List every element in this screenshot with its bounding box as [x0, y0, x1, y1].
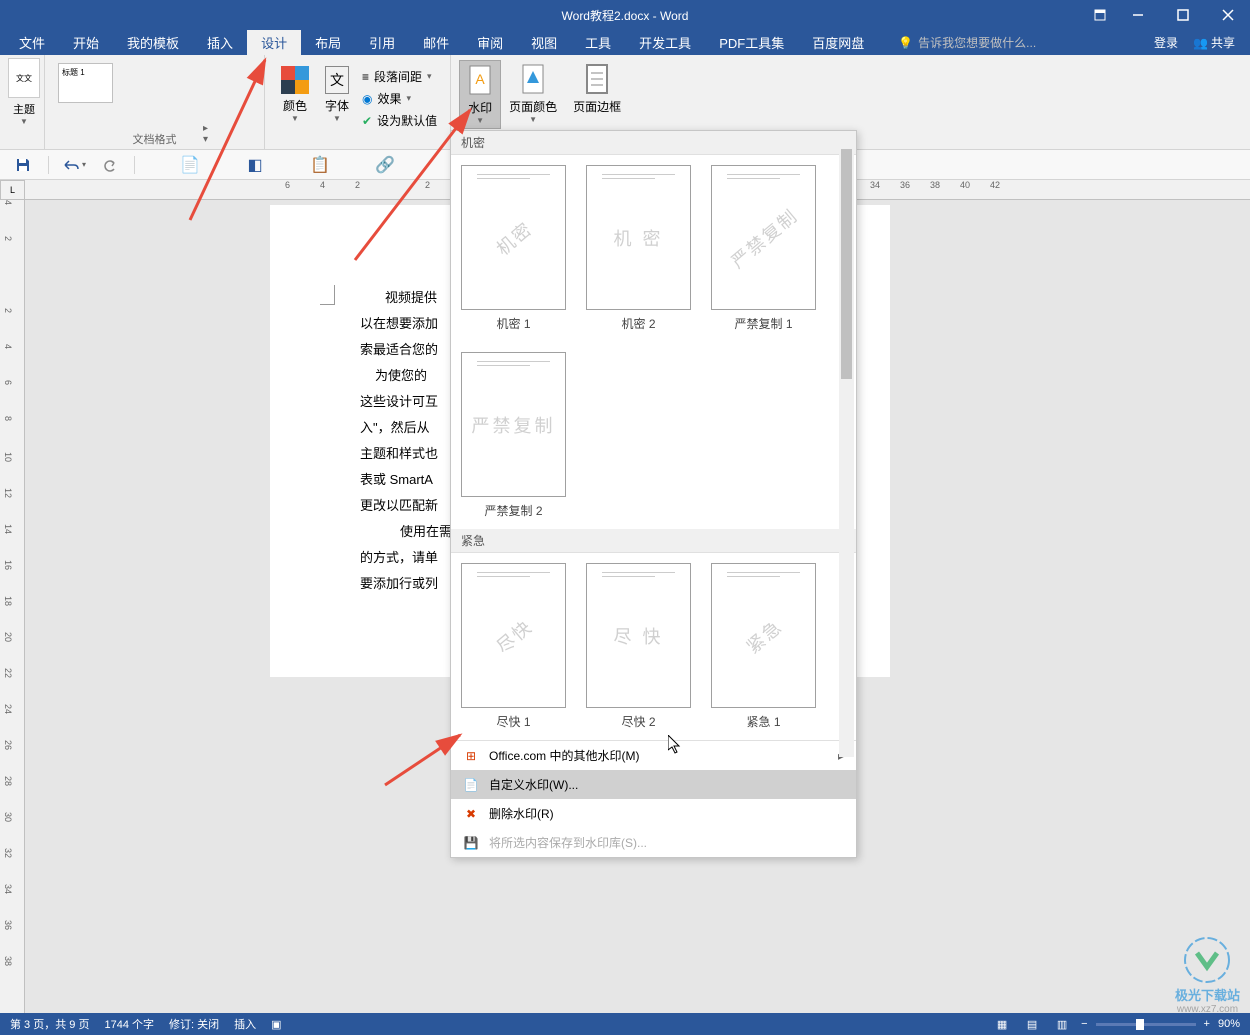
page-icon: 📄: [463, 777, 479, 793]
check-icon: ✔: [362, 114, 372, 128]
themes-button[interactable]: 文文 主题 ▼: [8, 58, 40, 128]
page-border-button[interactable]: 页面边框: [565, 60, 629, 129]
qat-tool-2[interactable]: ◧: [240, 153, 270, 177]
menu-review[interactable]: 审阅: [463, 30, 517, 55]
svg-text:A: A: [475, 71, 485, 87]
menu-developer[interactable]: 开发工具: [625, 30, 705, 55]
zoom-slider[interactable]: [1096, 1023, 1196, 1026]
menu-references[interactable]: 引用: [355, 30, 409, 55]
menu-design[interactable]: 设计: [247, 30, 301, 55]
vertical-ruler[interactable]: 422468101214161820222426283032343638: [0, 200, 25, 1013]
effects-icon: ◉: [362, 92, 372, 106]
menu-mailings[interactable]: 邮件: [409, 30, 463, 55]
login-link[interactable]: 登录: [1154, 34, 1178, 51]
zoom-in-button[interactable]: +: [1204, 1018, 1210, 1030]
menu-baidu[interactable]: 百度网盘: [798, 30, 878, 55]
watermark-option[interactable]: 尽 快尽快 2: [586, 563, 691, 730]
share-button[interactable]: 👥 共享: [1193, 34, 1235, 51]
revision-status[interactable]: 修订: 关闭: [169, 1016, 219, 1032]
page-indicator[interactable]: 第 3 页，共 9 页: [10, 1016, 89, 1032]
web-layout-button[interactable]: ▥: [1051, 1015, 1073, 1033]
zoom-out-button[interactable]: −: [1081, 1018, 1087, 1030]
titlebar: Word教程2.docx - Word: [0, 0, 1250, 30]
wm-remove[interactable]: ✖ 删除水印(R): [451, 799, 856, 828]
watermark-option-label: 尽快 2: [621, 713, 655, 730]
watermark-dropdown: 机密 机密机密 1机 密机密 2严禁复制严禁复制 1 严禁复制严禁复制 2 紧急 …: [450, 130, 857, 858]
themes-icon: 文文: [8, 58, 40, 98]
watermark-option-label: 机密 2: [621, 315, 655, 332]
menu-layout[interactable]: 布局: [301, 30, 355, 55]
style-gallery-more[interactable]: ▸▾: [203, 123, 208, 145]
wm-section-urgent: 紧急: [451, 529, 856, 553]
menubar: 文件 开始 我的模板 插入 设计 布局 引用 邮件 审阅 视图 工具 开发工具 …: [0, 30, 1250, 55]
menu-pdf[interactable]: PDF工具集: [705, 30, 798, 55]
minimize-button[interactable]: [1115, 0, 1160, 30]
watermark-icon: A: [468, 64, 492, 96]
watermark-option-label: 紧急 1: [746, 713, 780, 730]
lightbulb-icon: 💡: [898, 36, 913, 50]
set-default-button[interactable]: ✔设为默认值: [362, 112, 437, 129]
word-count[interactable]: 1744 个字: [104, 1016, 154, 1032]
page-border-icon: [585, 63, 609, 95]
fonts-button[interactable]: 文 字体 ▼: [317, 63, 357, 134]
site-watermark: 极光下载站 www.xz7.com: [1175, 935, 1240, 1015]
share-icon: 👥: [1193, 36, 1208, 50]
wm-section-confidential: 机密: [451, 131, 856, 155]
watermark-option[interactable]: 机密机密 1: [461, 165, 566, 332]
undo-button[interactable]: ▾: [59, 153, 89, 177]
effects-button[interactable]: ◉效果 ▾: [362, 90, 437, 107]
watermark-option[interactable]: 尽快尽快 1: [461, 563, 566, 730]
close-button[interactable]: [1205, 0, 1250, 30]
watermark-option[interactable]: 机 密机密 2: [586, 165, 691, 332]
tell-me-search[interactable]: 💡 告诉我您想要做什么...: [898, 34, 1036, 51]
qat-tool-4[interactable]: 🔗: [370, 153, 400, 177]
watermark-option[interactable]: 严禁复制严禁复制 2: [461, 352, 566, 519]
document-title: Word教程2.docx - Word: [562, 7, 689, 24]
paragraph-spacing-button[interactable]: ≡段落间距 ▾: [362, 68, 437, 85]
wm-scrollbar[interactable]: [839, 149, 854, 757]
menu-tools[interactable]: 工具: [571, 30, 625, 55]
menu-view[interactable]: 视图: [517, 30, 571, 55]
wm-office-more[interactable]: ⊞ Office.com 中的其他水印(M) ▸: [451, 741, 856, 770]
spacing-icon: ≡: [362, 70, 369, 84]
office-icon: ⊞: [463, 748, 479, 764]
redo-button[interactable]: [94, 153, 124, 177]
fonts-icon: 文: [325, 66, 349, 94]
watermark-option-label: 严禁复制 1: [734, 315, 792, 332]
watermark-option[interactable]: 紧急紧急 1: [711, 563, 816, 730]
menu-file[interactable]: 文件: [5, 30, 59, 55]
wm-save-selection: 💾 将所选内容保存到水印库(S)...: [451, 828, 856, 857]
remove-icon: ✖: [463, 806, 479, 822]
menu-insert[interactable]: 插入: [193, 30, 247, 55]
colors-icon: [281, 66, 309, 94]
menu-home[interactable]: 开始: [59, 30, 113, 55]
page-color-icon: [521, 63, 545, 95]
macro-indicator[interactable]: ▣: [271, 1018, 281, 1031]
qat-tool-3[interactable]: 📋: [305, 153, 335, 177]
insert-mode[interactable]: 插入: [234, 1016, 256, 1032]
watermark-option-label: 机密 1: [496, 315, 530, 332]
wm-scroll-thumb[interactable]: [841, 149, 852, 379]
zoom-level[interactable]: 90%: [1218, 1018, 1240, 1030]
wm-custom[interactable]: 📄 自定义水印(W)...: [451, 770, 856, 799]
watermark-button[interactable]: A 水印 ▼: [459, 60, 501, 129]
qat-tool-1[interactable]: 📄: [175, 153, 205, 177]
watermark-option-label: 严禁复制 2: [484, 502, 542, 519]
watermark-option-label: 尽快 1: [496, 713, 530, 730]
print-layout-button[interactable]: ▤: [1021, 1015, 1043, 1033]
style-thumbnail[interactable]: 标题 1: [58, 63, 113, 103]
menu-templates[interactable]: 我的模板: [113, 30, 193, 55]
save-button[interactable]: [8, 153, 38, 177]
ribbon-display-options[interactable]: [1085, 0, 1115, 30]
ruler-corner[interactable]: L: [0, 180, 25, 200]
colors-button[interactable]: 颜色 ▼: [273, 63, 317, 134]
maximize-button[interactable]: [1160, 0, 1205, 30]
save-library-icon: 💾: [463, 835, 479, 851]
watermark-option[interactable]: 严禁复制严禁复制 1: [711, 165, 816, 332]
page-color-button[interactable]: 页面颜色 ▼: [501, 60, 565, 129]
statusbar: 第 3 页，共 9 页 1744 个字 修订: 关闭 插入 ▣ ▦ ▤ ▥ − …: [0, 1013, 1250, 1035]
read-mode-button[interactable]: ▦: [991, 1015, 1013, 1033]
